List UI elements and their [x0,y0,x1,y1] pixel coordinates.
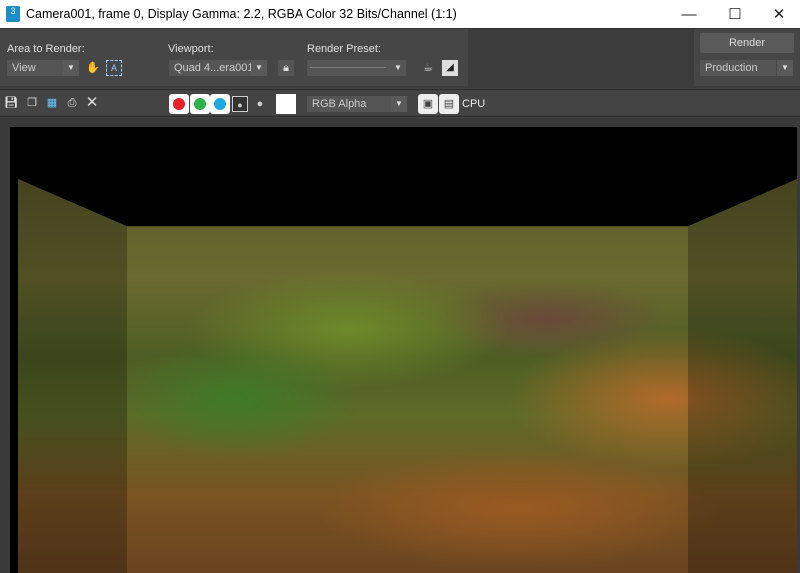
render-preset-dropdown[interactable] [307,60,397,76]
maximize-button[interactable]: ☐ [712,0,758,29]
minimize-button[interactable]: — [666,0,712,29]
app-icon: 3 [6,6,20,22]
red-channel-toggle[interactable] [169,94,189,114]
render-options-group: Area to Render: View ▼ ✋ A Viewport: Qua… [0,29,468,86]
cpu-label: CPU [462,98,486,110]
viewport-label: Viewport: [168,43,214,55]
title-bar: 3 Camera001, frame 0, Display Gamma: 2.2… [0,0,800,29]
chevron-down-icon[interactable]: ▼ [391,96,407,112]
clone-window-icon[interactable]: ▦ [44,95,60,111]
color-swatch[interactable] [276,94,296,114]
rendered-image[interactable] [10,127,797,573]
channel-display-dropdown[interactable]: RGB Alpha [307,96,391,112]
area-to-render-label: Area to Render: [7,43,85,55]
window-title: Camera001, frame 0, Display Gamma: 2.2, … [26,7,457,21]
blue-channel-toggle[interactable] [210,94,230,114]
alpha-channel-icon[interactable]: ● [232,96,248,112]
toggle-ui-icon[interactable]: ▤ [439,94,459,114]
clear-icon[interactable]: ✕ [84,95,100,111]
area-to-render-dropdown[interactable]: View [7,60,63,76]
blue-channel-icon [214,98,226,110]
lock-icon[interactable]: 🔒︎ [278,60,294,76]
render-mode-dropdown[interactable]: Production [700,60,776,76]
render-group: Render Production ▼ [694,29,800,86]
environment-exposure-icon[interactable]: ◢ [442,60,458,76]
render-button[interactable]: Render [700,33,794,53]
pan-hand-icon[interactable]: ✋ [85,60,101,76]
image-toolbar: 💾︎ ❐ ▦ ⎙ ✕ ● ● RGB Alpha ▼ ▣ ▤ CPU [0,89,800,117]
save-icon[interactable]: 💾︎ [3,95,19,111]
print-icon[interactable]: ⎙ [64,95,80,111]
preset-line [310,67,386,68]
chevron-down-icon[interactable]: ▼ [777,60,793,76]
monochrome-icon[interactable]: ● [252,96,268,112]
auto-region-icon[interactable]: A [106,60,122,76]
red-channel-icon [173,98,185,110]
close-button[interactable]: ✕ [756,0,800,29]
toggle-ui-overlay-icon[interactable]: ▣ [418,94,438,114]
copy-icon[interactable]: ❐ [24,95,40,111]
quad-panel-shading [18,179,797,573]
render-settings-panel: Area to Render: View ▼ ✋ A Viewport: Qua… [0,29,800,88]
chevron-down-icon[interactable]: ▼ [251,60,267,76]
green-channel-toggle[interactable] [190,94,210,114]
render-preset-label: Render Preset: [307,43,381,55]
viewport-dropdown[interactable]: Quad 4...era001 [169,60,251,76]
render-setup-teapot-icon[interactable]: ☕︎ [420,60,436,76]
green-channel-icon [194,98,206,110]
chevron-down-icon[interactable]: ▼ [390,60,406,76]
chevron-down-icon[interactable]: ▼ [63,60,79,76]
